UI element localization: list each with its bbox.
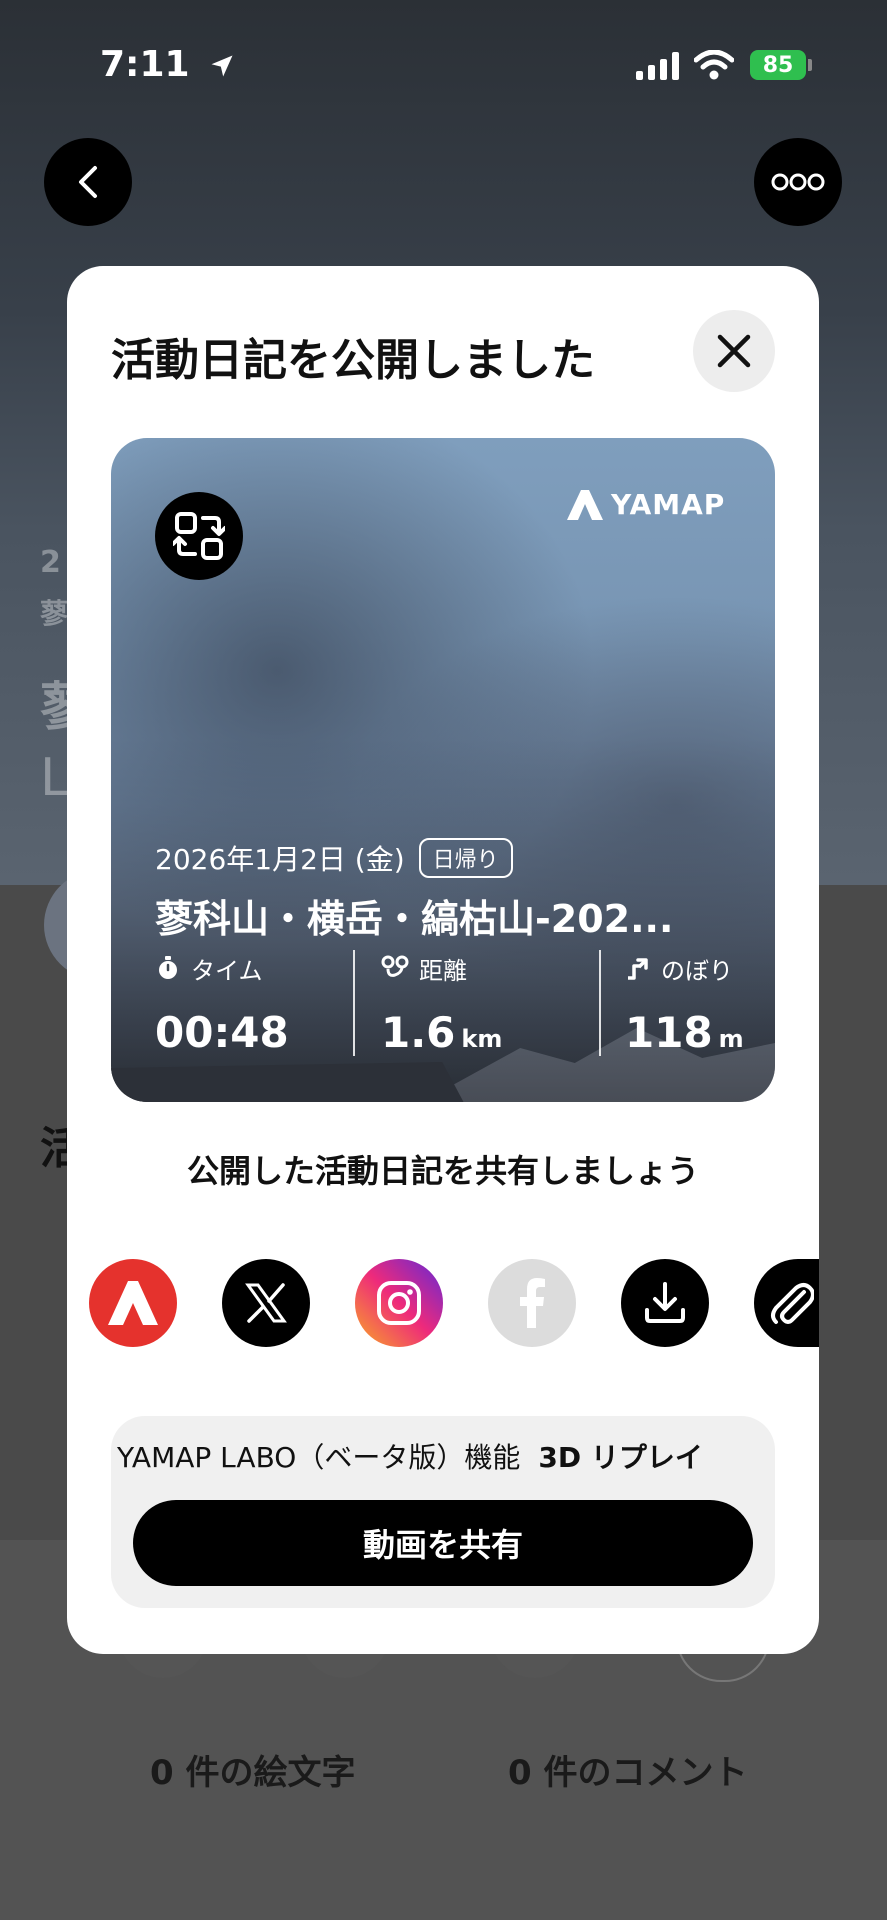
stat-divider [353, 950, 355, 1056]
download-icon [645, 1282, 685, 1323]
attachment-icon [771, 1283, 814, 1324]
stat-value: 118 [625, 1008, 713, 1057]
share-video-button[interactable]: 動画を共有 [133, 1500, 753, 1586]
location-arrow-icon [211, 55, 233, 77]
share-prompt: 公開した活動日記を共有しましょう [186, 1152, 699, 1190]
stat-unit: km [461, 1025, 503, 1053]
stat-label-row: タイム [155, 950, 289, 986]
labo-section: YAMAP LABO（ベータ版）機能 3D リプレイ 動画を共有 [111, 1416, 775, 1608]
stopwatch-icon [159, 956, 177, 979]
labo-label: YAMAP LABO（ベータ版）機能 [117, 1441, 521, 1474]
share-facebook-button[interactable] [488, 1259, 576, 1347]
stat-value-row: 1.6 km [381, 1008, 502, 1057]
labo-feature: 3D リプレイ [538, 1441, 703, 1474]
stat-time: タイム 00:48 [155, 950, 289, 1057]
battery-level: 85 [762, 52, 794, 78]
yamap-brand: YAMAP [567, 488, 725, 521]
ascent-arrow-icon [628, 958, 648, 980]
share-x-button[interactable] [222, 1259, 310, 1347]
stat-label: のぼり [661, 956, 733, 985]
close-icon [717, 334, 751, 368]
activity-title: 蓼科山・横岳・縞枯山-202... [155, 897, 674, 941]
share-yamap-button[interactable] [89, 1259, 177, 1347]
swap-layout-icon [173, 512, 225, 560]
instagram-icon [377, 1281, 421, 1325]
stat-value: 1.6 [381, 1008, 456, 1057]
route-pin-icon [381, 955, 409, 977]
stat-value-row: 00:48 [155, 1008, 289, 1057]
stat-ascent: のぼり 118 m [625, 950, 744, 1058]
stat-distance: 距離 1.6 km [381, 950, 502, 1057]
close-button[interactable] [693, 310, 775, 392]
labo-header: YAMAP LABO（ベータ版）機能 3D リプレイ [117, 1436, 703, 1476]
facebook-icon [520, 1278, 545, 1328]
time-text: 7:11 [100, 44, 190, 85]
stats-row: タイム 00:48 距離 1.6 km のぼり 118 m [155, 950, 755, 1060]
status-time: 7:11 [100, 44, 236, 85]
brand-name: YAMAP [611, 488, 726, 521]
wifi-icon [694, 50, 734, 80]
more-dots-icon [771, 173, 825, 191]
more-options-button[interactable] [754, 138, 842, 226]
activity-date: 2026年1月2日 (金) [155, 843, 405, 876]
chevron-left-icon [79, 166, 97, 198]
trip-type-badge: 日帰り [418, 838, 513, 878]
comments-count: 0 件のコメント [508, 1753, 748, 1793]
share-instagram-button[interactable] [355, 1259, 443, 1347]
modal-title: 活動日記を公開しました [111, 335, 595, 386]
stat-label-row: のぼり [625, 950, 744, 986]
swap-layout-button[interactable] [155, 492, 243, 580]
copy-link-button[interactable] [754, 1259, 819, 1347]
cellular-signal-icon [636, 52, 679, 80]
battery-indicator: 85 [750, 50, 806, 80]
stat-label-row: 距離 [381, 950, 502, 986]
background-title-second-line: L [40, 748, 69, 808]
card-date-row: 2026年1月2日 (金) 日帰り [155, 838, 513, 878]
back-button[interactable] [44, 138, 132, 226]
stat-value: 00:48 [155, 1008, 289, 1057]
background-title-fragment: 蓼 [40, 597, 69, 630]
battery-cap [808, 59, 812, 71]
stat-value-row: 118 m [625, 1008, 744, 1057]
stat-label: 距離 [419, 956, 467, 985]
x-icon [245, 1283, 287, 1323]
stat-unit: m [718, 1025, 744, 1053]
publish-modal: 活動日記を公開しました YAMAP 2026年1月2日 (金) 日帰り 蓼科山・… [67, 266, 819, 1654]
download-button[interactable] [621, 1259, 709, 1347]
yamap-icon [108, 1281, 158, 1325]
background-date-fragment: 2 [40, 545, 61, 580]
yamap-logo-icon [567, 489, 603, 520]
reactions-count: 0 件の絵文字 [150, 1753, 356, 1793]
activity-card: YAMAP 2026年1月2日 (金) 日帰り 蓼科山・横岳・縞枯山-202..… [111, 438, 775, 1102]
stat-divider [599, 950, 601, 1056]
stat-label: タイム [191, 956, 263, 985]
